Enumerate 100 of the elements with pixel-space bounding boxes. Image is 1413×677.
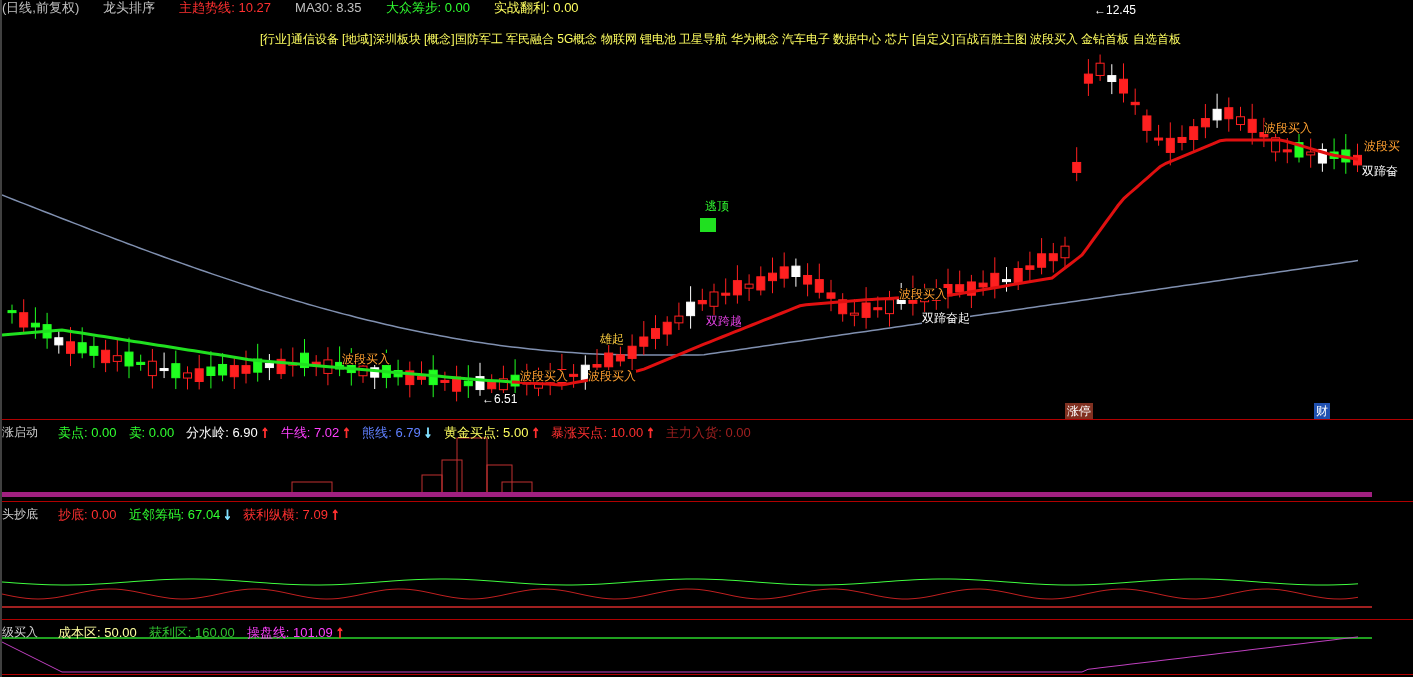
candlestick bbox=[1119, 62, 1128, 103]
header-reading: 实战翻利: 0.00 bbox=[494, 1, 579, 14]
candlestick bbox=[393, 359, 403, 387]
candlestick bbox=[779, 251, 789, 289]
indicator-title: 头抄底 bbox=[2, 508, 38, 520]
trend-arrow: ↑ bbox=[342, 424, 351, 440]
candlestick bbox=[1107, 63, 1117, 95]
candlestick bbox=[463, 364, 473, 399]
candlestick bbox=[1060, 236, 1070, 270]
buy-signal-label: 波段买入 bbox=[899, 288, 947, 300]
price-marker-label: ←6.51 bbox=[482, 393, 518, 405]
candlestick bbox=[826, 279, 836, 312]
candlestick bbox=[1013, 260, 1023, 291]
buy-signal-label: 波段买入 bbox=[342, 353, 390, 365]
indicator-reading: 成本区: 50.00 bbox=[58, 625, 137, 639]
candlestick bbox=[159, 352, 169, 379]
header-reading: 龙头排序 bbox=[103, 1, 156, 14]
candlestick bbox=[1189, 118, 1199, 152]
candlestick bbox=[674, 302, 684, 331]
candlestick bbox=[791, 258, 801, 288]
candlestick bbox=[77, 326, 87, 359]
candlestick bbox=[229, 356, 239, 390]
signal-label: 雄起 bbox=[600, 333, 624, 345]
trend-arrow: ↑ bbox=[646, 424, 655, 440]
trend-arrow: ↓ bbox=[423, 424, 432, 440]
indicator-reading: 获利纵横: 7.09 bbox=[243, 507, 328, 521]
candlestick bbox=[183, 365, 192, 390]
candlestick bbox=[1142, 109, 1152, 144]
candlestick bbox=[768, 257, 777, 294]
candlestick bbox=[1002, 266, 1011, 293]
candlestick bbox=[803, 262, 813, 297]
candlestick bbox=[89, 336, 99, 369]
candlestick bbox=[580, 354, 590, 391]
price-marker-label: ←12.45 bbox=[1094, 4, 1137, 16]
header-reading: 大众筹步: 0.00 bbox=[385, 1, 471, 14]
candlestick bbox=[627, 333, 637, 372]
signal-label: 双跨越 bbox=[706, 315, 742, 327]
candlestick bbox=[1048, 242, 1058, 274]
candlestick bbox=[978, 269, 988, 297]
candlestick bbox=[1177, 124, 1187, 151]
indicator-title: 级买入 bbox=[2, 626, 38, 638]
candlestick bbox=[253, 343, 263, 383]
candlestick bbox=[1224, 97, 1234, 133]
trend-arrow: ↑ bbox=[330, 506, 339, 522]
candlestick bbox=[1037, 237, 1047, 275]
indicator-reading: 卖点: 0.00 bbox=[58, 425, 117, 439]
candlestick bbox=[300, 338, 309, 377]
candlestick bbox=[1282, 137, 1292, 164]
candlestick bbox=[966, 274, 976, 309]
candlestick bbox=[206, 350, 216, 389]
candlestick bbox=[756, 265, 766, 296]
candlestick bbox=[1025, 251, 1035, 283]
signal-label: 双蹄奋 bbox=[1362, 165, 1398, 177]
candlestick bbox=[405, 361, 415, 398]
trend-arrow: ↑ bbox=[260, 424, 269, 440]
candlestick bbox=[639, 320, 649, 356]
candlestick bbox=[112, 339, 122, 373]
indicator-reading: 获利区: 160.00 bbox=[148, 625, 235, 639]
buy-signal-label: 波段买入 bbox=[520, 370, 568, 382]
candlestick bbox=[1306, 138, 1316, 169]
indicator-reading: 暴涨买点: 10.00 bbox=[551, 425, 644, 439]
indicator-reading: 抄底: 0.00 bbox=[58, 507, 117, 521]
candlestick bbox=[744, 273, 754, 302]
indicator-reading: 近邻筹码: 67.04 bbox=[128, 507, 221, 521]
indicator-reading: 黄金买点: 5.00 bbox=[443, 425, 529, 439]
candlestick bbox=[276, 348, 286, 380]
indicator-reading: 卖: 0.00 bbox=[128, 425, 175, 439]
concept-tags: [行业]通信设备 [地域]深圳板块 [概念]国防军工 军民融合 5G概念 物联网 锂电池 卫星导航 华为概念 汽车电子 数据中心 芯片 [自定义]百战百胜主图 波段买入 金钻首板 自选首板 bbox=[260, 30, 1181, 48]
candlestick bbox=[30, 306, 40, 340]
candlestick bbox=[1072, 146, 1082, 182]
indicator-reading: 熊线: 6.79 bbox=[362, 425, 421, 439]
limit-up-tag: 涨停 bbox=[1065, 403, 1093, 419]
candlestick bbox=[241, 350, 251, 384]
signal-label: 双蹄奋起 bbox=[922, 312, 970, 324]
candlestick bbox=[7, 304, 17, 325]
indicator-title: 涨启动 bbox=[2, 426, 38, 438]
candlestick bbox=[323, 346, 333, 386]
trend-arrow: ↓ bbox=[223, 506, 232, 522]
candlestick bbox=[955, 270, 965, 298]
candlestick bbox=[218, 352, 228, 382]
candlestick bbox=[124, 337, 134, 379]
candlestick bbox=[662, 315, 672, 347]
trend-arrow: ↑ bbox=[335, 624, 344, 640]
signal-marker bbox=[700, 218, 716, 232]
candlestick bbox=[440, 371, 450, 392]
candlestick bbox=[42, 312, 52, 350]
candlestick bbox=[475, 362, 485, 397]
candlestick bbox=[194, 354, 204, 390]
indicator-reading: 操盘线: 101.09 bbox=[246, 625, 333, 639]
header-reading: (日线,前复权) bbox=[2, 1, 80, 14]
candlestick bbox=[1341, 133, 1351, 175]
candlestick bbox=[1095, 54, 1105, 82]
buy-signal-label: 波段买 bbox=[1364, 140, 1400, 152]
candlestick bbox=[1236, 106, 1245, 132]
buy-signal-label: 波段买入 bbox=[588, 370, 636, 382]
candlestick bbox=[452, 365, 462, 402]
candlestick bbox=[861, 286, 871, 330]
candlestick bbox=[1212, 93, 1222, 129]
candlestick bbox=[428, 354, 438, 398]
candlestick bbox=[1200, 103, 1210, 139]
